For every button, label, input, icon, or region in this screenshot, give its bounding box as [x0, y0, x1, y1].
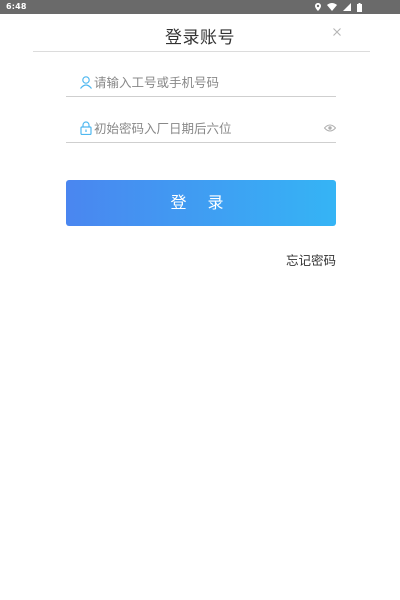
close-button[interactable] — [329, 24, 345, 40]
forgot-password-link[interactable]: 忘记密码 — [286, 250, 336, 269]
battery-icon — [357, 2, 362, 12]
location-icon — [315, 3, 321, 11]
login-button[interactable]: 登 录 — [66, 180, 336, 226]
status-bar: 6:48 — [0, 0, 400, 14]
lock-icon — [80, 121, 92, 135]
status-time: 6:48 — [6, 2, 27, 11]
status-icons — [315, 0, 362, 14]
header: 登录账号 — [0, 14, 400, 52]
header-divider — [33, 51, 370, 52]
user-icon — [80, 76, 92, 89]
wifi-icon — [327, 3, 337, 11]
account-field — [66, 70, 336, 97]
eye-icon[interactable] — [324, 123, 336, 133]
password-input[interactable] — [94, 116, 314, 140]
close-icon — [333, 28, 341, 36]
account-input[interactable] — [94, 70, 314, 94]
password-field — [66, 116, 336, 143]
signal-icon — [343, 3, 351, 11]
